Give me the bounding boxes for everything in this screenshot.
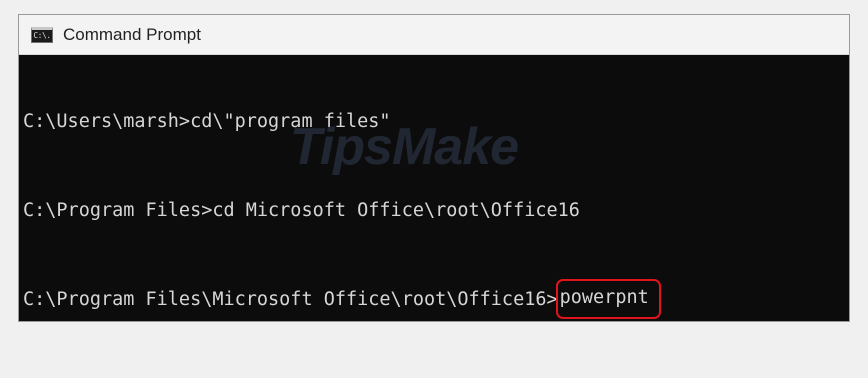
console-output[interactable]: C:\Users\marsh>cd\"program files" C:\Pro…	[19, 55, 849, 321]
title-bar[interactable]: C:\. Command Prompt	[19, 15, 849, 55]
window-title: Command Prompt	[63, 24, 201, 44]
console-line: C:\Users\marsh>cd\"program files"	[23, 111, 391, 132]
command-prompt-window: C:\. Command Prompt C:\Users\marsh>cd\"p…	[18, 14, 850, 322]
console-line: C:\Program Files>cd Microsoft Office\roo…	[23, 200, 580, 221]
highlighted-command: powerpnt	[555, 279, 661, 319]
console-line: C:\Program Files\Microsoft Office\root\O…	[23, 279, 849, 336]
cmd-icon: C:\.	[31, 26, 53, 43]
prompt-path: C:\Program Files\Microsoft Office\root\O…	[23, 289, 558, 310]
